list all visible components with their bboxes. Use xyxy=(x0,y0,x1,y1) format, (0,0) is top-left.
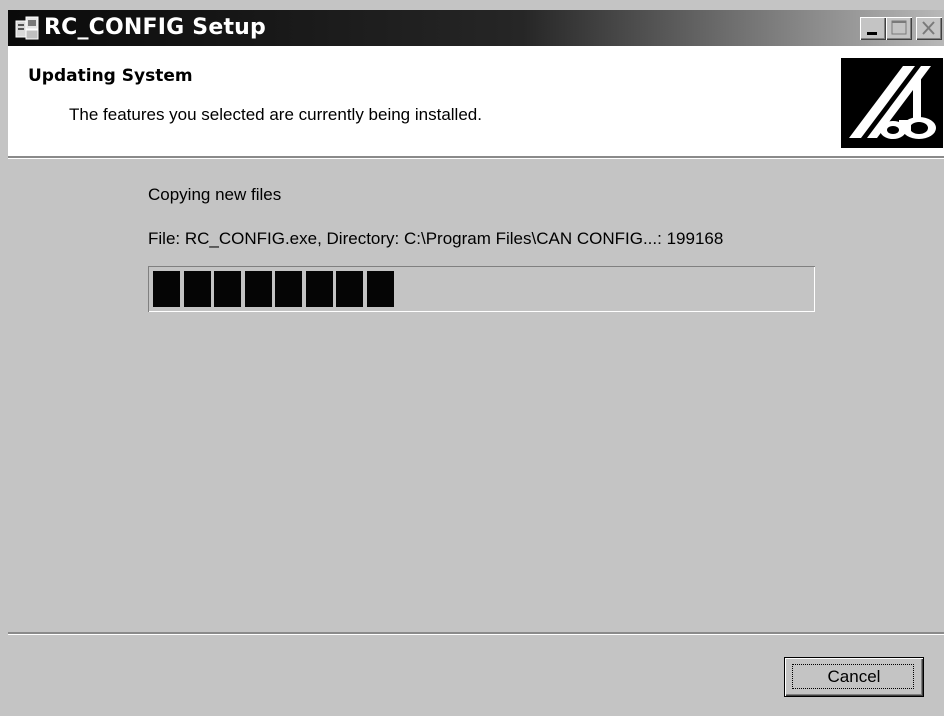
progress-bar xyxy=(148,266,815,312)
cancel-button[interactable]: Cancel xyxy=(784,657,924,697)
file-info-text: File: RC_CONFIG.exe, Directory: C:\Progr… xyxy=(148,229,724,248)
header-divider xyxy=(8,156,944,159)
progress-block xyxy=(336,271,363,307)
installer-logo xyxy=(841,58,943,148)
minimize-button[interactable] xyxy=(860,17,886,40)
setup-icon xyxy=(14,15,40,41)
maximize-icon xyxy=(891,20,907,35)
progress-block xyxy=(153,271,180,307)
progress-block xyxy=(367,271,394,307)
footer-divider xyxy=(8,632,944,635)
maximize-button[interactable] xyxy=(886,17,912,40)
progress-block xyxy=(275,271,302,307)
page-description: The features you selected are currently … xyxy=(69,105,482,124)
title-bar[interactable]: RC_CONFIG Setup xyxy=(8,10,944,46)
progress-block xyxy=(184,271,211,307)
cancel-button-label: Cancel xyxy=(827,667,881,686)
setup-window: RC_CONFIG Setup Updating System The feat… xyxy=(0,0,944,716)
header-banner: Updating System The features you selecte… xyxy=(8,46,944,156)
progress-block xyxy=(306,271,333,307)
progress-block xyxy=(214,271,241,307)
close-button[interactable] xyxy=(916,17,942,40)
status-text: Copying new files xyxy=(148,185,282,204)
progress-block xyxy=(245,271,272,307)
page-title: Updating System xyxy=(28,66,193,86)
minimize-icon xyxy=(867,32,877,35)
close-icon xyxy=(922,21,935,35)
window-title: RC_CONFIG Setup xyxy=(44,15,266,40)
